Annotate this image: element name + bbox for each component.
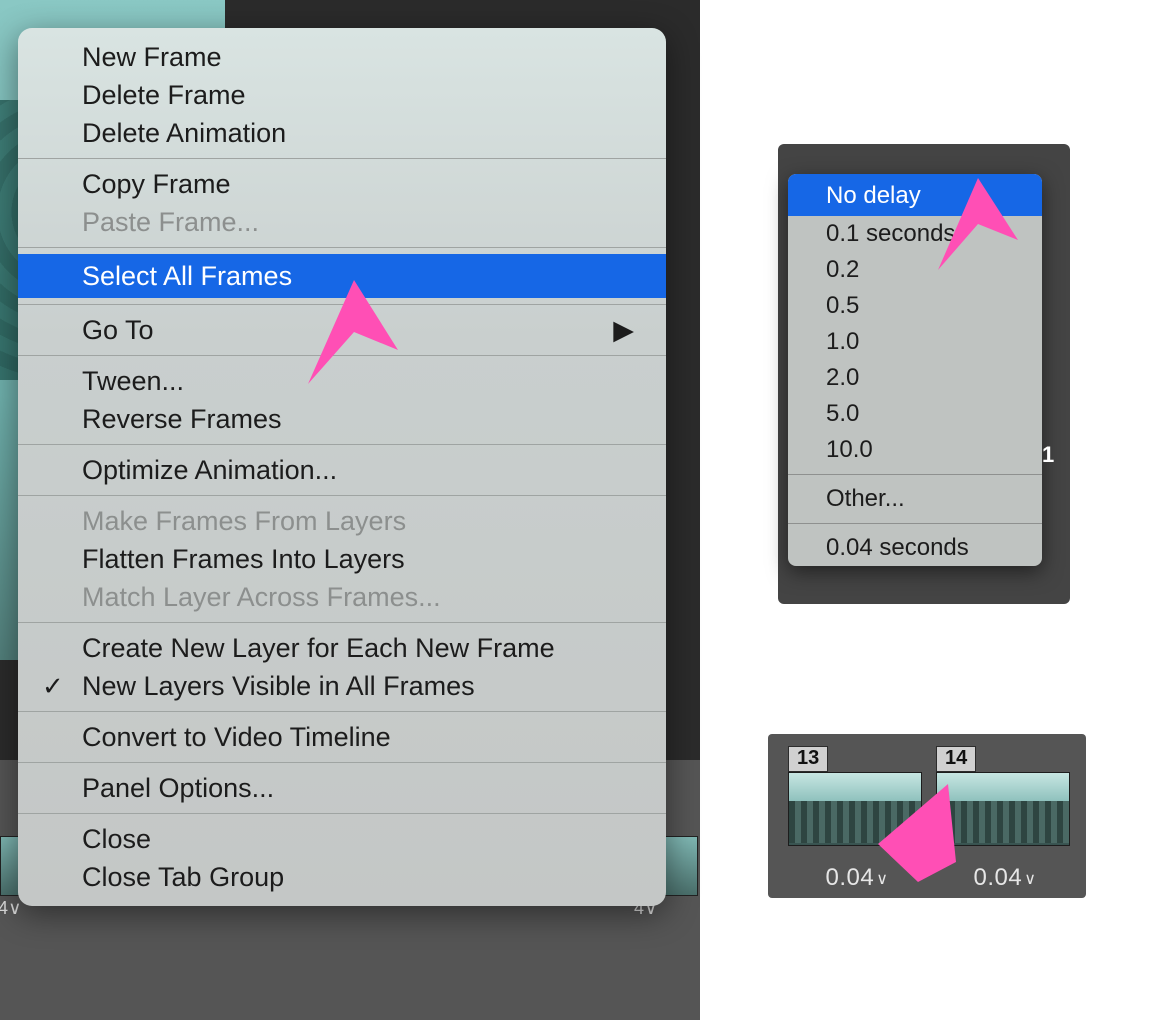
frame-thumbnail[interactable] [936, 772, 1070, 846]
menu-item-delete-animation[interactable]: Delete Animation [18, 114, 666, 152]
menu-item-match-layer-across-frames: Match Layer Across Frames... [18, 578, 666, 616]
chevron-down-icon: ∨ [876, 871, 888, 888]
menu-separator [18, 622, 666, 623]
menu-item-delete-frame[interactable]: Delete Frame [18, 76, 666, 114]
menu-separator [18, 444, 666, 445]
menu-item-label: Go To [82, 315, 154, 345]
menu-item-panel-options[interactable]: Panel Options... [18, 769, 666, 807]
menu-separator [18, 813, 666, 814]
menu-item-flatten-frames-into-layers[interactable]: Flatten Frames Into Layers [18, 540, 666, 578]
menu-separator [18, 158, 666, 159]
delay-item-0-5[interactable]: 0.5 [788, 288, 1042, 324]
chevron-down-icon: ∨ [1024, 871, 1036, 888]
menu-item-make-frames-from-layers: Make Frames From Layers [18, 502, 666, 540]
frame-delay-value: 0.04 [974, 864, 1023, 891]
menu-item-paste-frame: Paste Frame... [18, 203, 666, 241]
frame-delay-button[interactable]: 0.04∨ [936, 864, 1074, 892]
menu-item-copy-frame[interactable]: Copy Frame [18, 165, 666, 203]
menu-item-go-to[interactable]: Go To ▶ [18, 311, 666, 349]
frame-delay-value: 0.04 [826, 864, 875, 891]
menu-item-reverse-frames[interactable]: Reverse Frames [18, 400, 666, 438]
timeline-frames-panel: 13 0.04∨ 14 0.04∨ [768, 734, 1086, 898]
checkmark-icon: ✓ [42, 670, 64, 702]
menu-item-new-frame[interactable]: New Frame [18, 38, 666, 76]
submenu-arrow-icon: ▶ [613, 314, 634, 346]
timeline-frame-delay-label[interactable]: 4∨ [0, 898, 22, 919]
delay-item-current[interactable]: 0.04 seconds [788, 530, 1042, 566]
frame-number-label: 14 [936, 746, 976, 772]
delay-item-2-0[interactable]: 2.0 [788, 360, 1042, 396]
menu-item-tween[interactable]: Tween... [18, 362, 666, 400]
menu-item-close-tab-group[interactable]: Close Tab Group [18, 858, 666, 896]
menu-separator [788, 523, 1042, 524]
menu-separator [18, 762, 666, 763]
menu-item-create-new-layer[interactable]: Create New Layer for Each New Frame [18, 629, 666, 667]
menu-separator [18, 711, 666, 712]
menu-item-new-layers-visible[interactable]: ✓ New Layers Visible in All Frames [18, 667, 666, 705]
timeline-frame[interactable]: 13 0.04∨ [788, 746, 926, 898]
menu-item-select-all-frames[interactable]: Select All Frames [18, 254, 666, 298]
frame-number-label: 13 [788, 746, 828, 772]
frame-delay-menu: No delay 0.1 seconds 0.2 0.5 1.0 2.0 5.0… [788, 174, 1042, 566]
delay-item-other[interactable]: Other... [788, 481, 1042, 517]
frame-number-peek: 1 [1042, 442, 1060, 472]
frame-thumbnail[interactable] [788, 772, 922, 846]
menu-separator [18, 304, 666, 305]
menu-item-label: New Layers Visible in All Frames [82, 671, 475, 701]
delay-item-10-0[interactable]: 10.0 [788, 432, 1042, 468]
menu-separator [18, 495, 666, 496]
delay-item-1-0[interactable]: 1.0 [788, 324, 1042, 360]
timeline-frame[interactable]: 14 0.04∨ [936, 746, 1074, 898]
menu-separator [18, 247, 666, 248]
frame-delay-popup-region: No delay 0.1 seconds 0.2 0.5 1.0 2.0 5.0… [778, 144, 1070, 604]
delay-item-no-delay[interactable]: No delay [788, 174, 1042, 216]
frame-delay-button[interactable]: 0.04∨ [788, 864, 926, 892]
timeline-frame-thumb[interactable] [664, 836, 698, 896]
menu-separator [788, 474, 1042, 475]
menu-item-convert-to-video-timeline[interactable]: Convert to Video Timeline [18, 718, 666, 756]
menu-item-close[interactable]: Close [18, 820, 666, 858]
menu-item-optimize-animation[interactable]: Optimize Animation... [18, 451, 666, 489]
delay-item-5-0[interactable]: 5.0 [788, 396, 1042, 432]
delay-item-0-2[interactable]: 0.2 [788, 252, 1042, 288]
menu-separator [18, 355, 666, 356]
delay-item-0-1[interactable]: 0.1 seconds [788, 216, 1042, 252]
timeline-panel-context-menu: New Frame Delete Frame Delete Animation … [18, 28, 666, 906]
